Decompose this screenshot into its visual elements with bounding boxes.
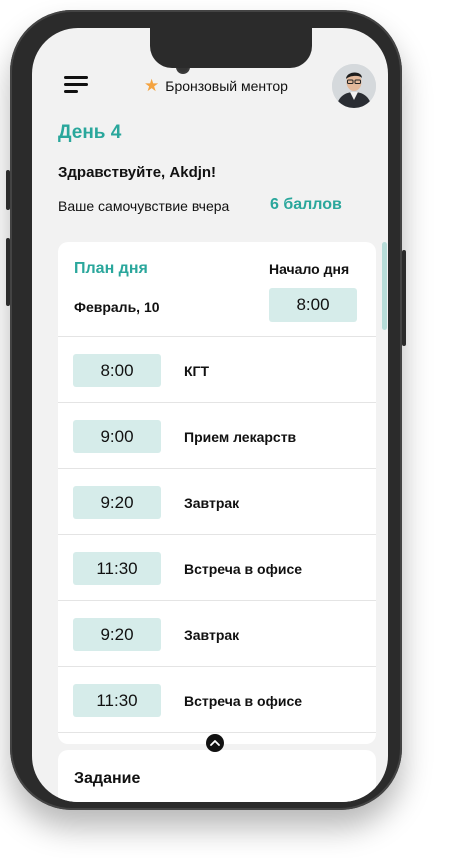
phone-side-button	[6, 170, 10, 210]
chevron-up-icon[interactable]	[206, 734, 224, 752]
start-time-field[interactable]: 8:00	[269, 288, 357, 322]
star-icon: ★	[144, 76, 160, 95]
plan-date: Февраль, 10	[74, 299, 160, 315]
plan-row[interactable]: 9:20 Завтрак	[58, 468, 376, 535]
phone-side-button	[6, 238, 10, 306]
activity-label: КГТ	[184, 363, 210, 379]
plan-row[interactable]: 11:30 Встреча в офисе	[58, 534, 376, 601]
activity-label: Прием лекарств	[184, 429, 297, 445]
plan-row[interactable]: 9:20 Завтрак	[58, 600, 376, 667]
plan-row[interactable]: 11:30 Встреча в офисе	[58, 666, 376, 733]
task-card[interactable]: Задание	[58, 750, 376, 802]
time-chip[interactable]: 11:30	[73, 552, 161, 585]
plan-row[interactable]: 9:00 Прием лекарств	[58, 402, 376, 469]
wellbeing-score: 6 баллов	[270, 196, 342, 213]
day-title: День 4	[58, 122, 122, 143]
phone-side-button	[402, 250, 406, 346]
time-chip[interactable]: 9:20	[73, 618, 161, 651]
time-chip[interactable]: 8:00	[73, 354, 161, 387]
activity-label: Завтрак	[184, 495, 240, 511]
plan-row[interactable]: 8:00 КГТ	[58, 336, 376, 403]
activity-label: Встреча в офисе	[184, 693, 303, 709]
greeting: Здравствуйте, Akdjn!	[58, 164, 217, 181]
start-label: Начало дня	[269, 261, 350, 277]
scrollbar[interactable]	[382, 242, 387, 330]
hamburger-menu-icon[interactable]	[64, 76, 88, 94]
activity-label: Завтрак	[184, 627, 240, 643]
time-chip[interactable]: 9:00	[73, 420, 161, 453]
phone-frame: ★ Бронзовый ментор День 4 Здравствуйте, …	[6, 10, 406, 810]
wellbeing-label: Ваше самочувствие вчера	[58, 198, 230, 214]
activity-label: Встреча в офисе	[184, 561, 303, 577]
plan-title: План дня	[74, 260, 148, 277]
task-title: Задание	[74, 770, 141, 787]
mentor-label: Бронзовый ментор	[165, 78, 288, 94]
day-plan-card: План дня Февраль, 10 Начало дня 8:00 8:0…	[58, 242, 376, 744]
phone-notch	[150, 28, 312, 68]
time-chip[interactable]: 9:20	[73, 486, 161, 519]
app-screen: ★ Бронзовый ментор День 4 Здравствуйте, …	[32, 28, 388, 802]
time-chip[interactable]: 11:30	[73, 684, 161, 717]
mentor-status: ★ Бронзовый ментор	[144, 76, 288, 95]
avatar[interactable]	[332, 64, 376, 108]
